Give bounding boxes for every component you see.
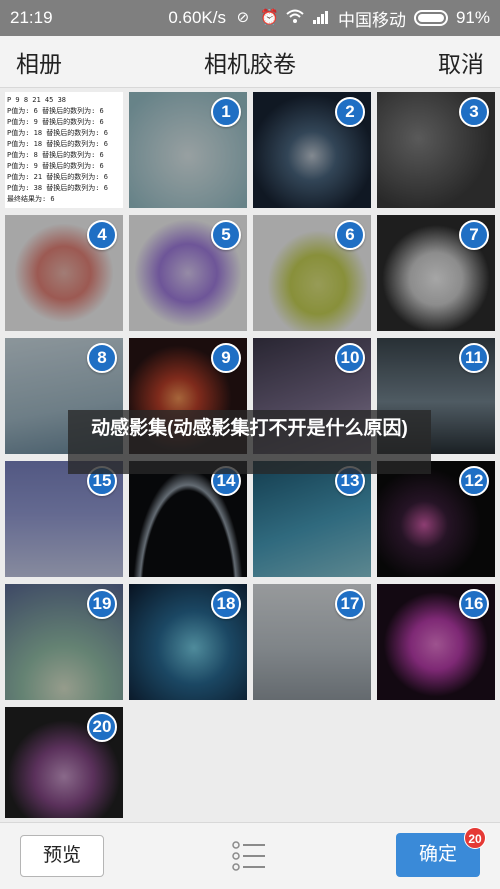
status-time: 21:19 bbox=[10, 8, 53, 27]
selection-number-badge: 18 bbox=[211, 589, 241, 619]
selection-number-badge: 12 bbox=[459, 466, 489, 496]
photo-thumbnail[interactable]: 3 bbox=[377, 92, 495, 208]
selection-number-badge: 10 bbox=[335, 343, 365, 373]
selection-number-badge: 6 bbox=[335, 220, 365, 250]
alarm-icon: ⏰ bbox=[259, 9, 279, 26]
bottom-bar: 预览 确定 20 bbox=[0, 822, 500, 889]
network-speed: 0.60K/s bbox=[168, 8, 226, 27]
photo-thumbnail[interactable]: 2 bbox=[253, 92, 371, 208]
selection-number-badge: 8 bbox=[87, 343, 117, 373]
photo-thumbnail[interactable]: 1 bbox=[129, 92, 247, 208]
text-line: P值为: 9 替换后的数列为: 6 bbox=[7, 162, 104, 170]
preview-button[interactable]: 预览 bbox=[20, 835, 104, 877]
photo-thumbnail[interactable]: 14 bbox=[129, 461, 247, 577]
photo-thumbnail[interactable]: 4 bbox=[5, 215, 123, 331]
photo-thumbnail[interactable]: 13 bbox=[253, 461, 371, 577]
selection-number-badge: 16 bbox=[459, 589, 489, 619]
selection-number-badge: 9 bbox=[211, 343, 241, 373]
selection-number-badge: 17 bbox=[335, 589, 365, 619]
album-button[interactable]: 相册 bbox=[16, 45, 62, 79]
selection-number-badge: 1 bbox=[211, 97, 241, 127]
selection-number-badge: 20 bbox=[87, 712, 117, 742]
overlay-title: 动感影集(动感影集打不开是什么原因) bbox=[68, 410, 431, 474]
photo-thumbnail[interactable]: 12 bbox=[377, 461, 495, 577]
text-line: 最终结果为: 6 bbox=[7, 195, 55, 203]
status-right: 0.60K/s ⊘ ⏰ 中国移动 91% bbox=[168, 6, 490, 31]
text-line: P值为: 18 替换后的数列为: 6 bbox=[7, 129, 108, 137]
selected-count-badge: 20 bbox=[464, 827, 486, 849]
text-line: P值为: 38 替换后的数列为: 6 bbox=[7, 184, 108, 192]
selection-number-badge: 3 bbox=[459, 97, 489, 127]
photo-thumbnail[interactable]: 7 bbox=[377, 215, 495, 331]
photo-thumbnail[interactable]: 16 bbox=[377, 584, 495, 700]
top-header: 相册 相机胶卷 取消 bbox=[0, 36, 500, 88]
selection-number-badge: 7 bbox=[459, 220, 489, 250]
text-line: P值为: 6 替换后的数列为: 6 bbox=[7, 107, 104, 115]
battery-level: 91% bbox=[455, 8, 490, 27]
mute-icon: ⊘ bbox=[236, 9, 250, 26]
photo-thumbnail[interactable]: 17 bbox=[253, 584, 371, 700]
cancel-button[interactable]: 取消 bbox=[438, 45, 484, 79]
photo-thumbnail[interactable]: 6 bbox=[253, 215, 371, 331]
selection-number-badge: 19 bbox=[87, 589, 117, 619]
status-bar: 21:19 0.60K/s ⊘ ⏰ 中国移动 91% bbox=[0, 0, 500, 36]
photo-thumbnail[interactable]: 18 bbox=[129, 584, 247, 700]
wifi-icon bbox=[286, 9, 304, 27]
photo-thumbnail[interactable]: 20 bbox=[5, 707, 123, 818]
text-line: P值为: 21 替换后的数列为: 6 bbox=[7, 173, 108, 181]
selection-number-badge: 11 bbox=[459, 343, 489, 373]
battery-icon bbox=[413, 10, 448, 26]
text-line: P值为: 18 替换后的数列为: 6 bbox=[7, 140, 108, 148]
carrier-name: 中国移动 bbox=[337, 10, 406, 30]
photo-thumbnail[interactable]: 5 bbox=[129, 215, 247, 331]
text-line: P值为: 9 替换后的数列为: 6 bbox=[7, 118, 104, 126]
text-line: P 9 8 21 45 38 bbox=[7, 96, 67, 104]
text-line: P值为: 8 替换后的数列为: 6 bbox=[7, 151, 104, 159]
photo-thumbnail[interactable]: P 9 8 21 45 38 P值为: 6 替换后的数列为: 6 P值为: 9 替换… bbox=[5, 92, 123, 208]
photo-thumbnail[interactable]: 15 bbox=[5, 461, 123, 577]
signal-icon bbox=[312, 9, 330, 27]
photo-picker-screen: 21:19 0.60K/s ⊘ ⏰ 中国移动 91% 相册 相机胶卷 取消 P … bbox=[0, 0, 500, 889]
photo-thumbnail[interactable]: 19 bbox=[5, 584, 123, 700]
list-icon[interactable] bbox=[231, 840, 267, 872]
selection-number-badge: 2 bbox=[335, 97, 365, 127]
selection-number-badge: 5 bbox=[211, 220, 241, 250]
page-title: 相机胶卷 bbox=[204, 50, 296, 77]
selection-number-badge: 4 bbox=[87, 220, 117, 250]
